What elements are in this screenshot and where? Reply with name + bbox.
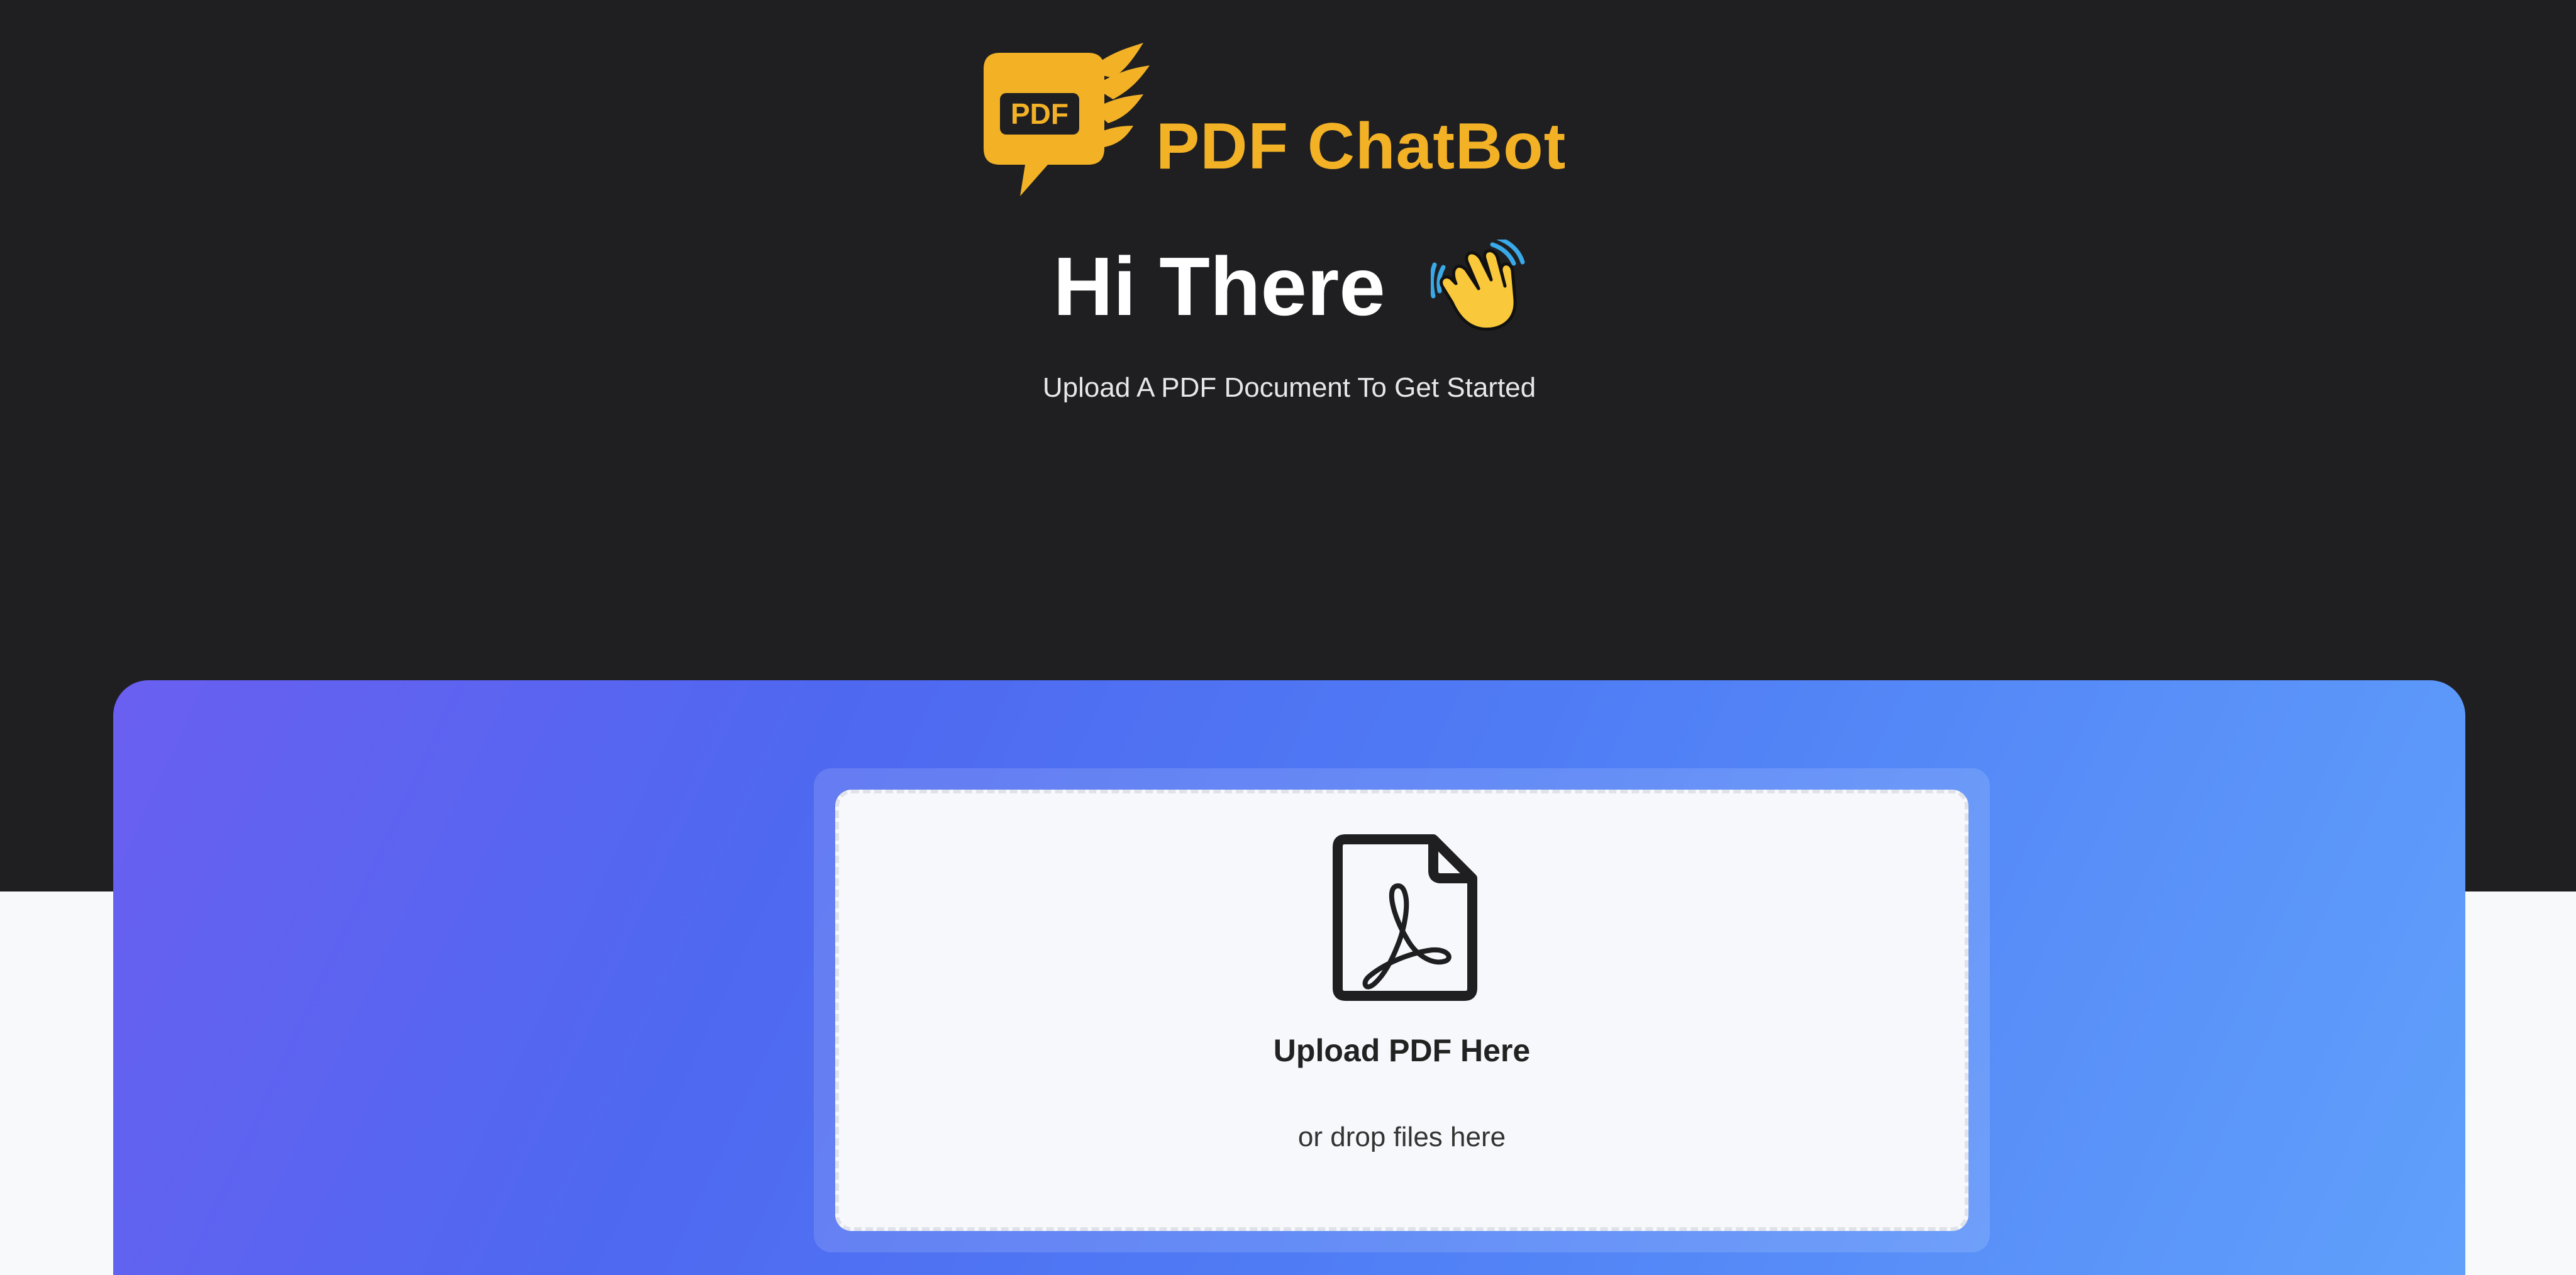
pdf-chatbot-logo-icon: PDF [984, 43, 1150, 196]
hero-subtitle: Upload A PDF Document To Get Started [1042, 372, 1536, 403]
pdf-dropzone[interactable]: Upload PDF Here or drop files here [835, 790, 1968, 1231]
pdf-file-icon [1333, 834, 1477, 1001]
waving-hand-icon [1431, 240, 1525, 331]
upload-card: Upload PDF Here or drop files here [113, 680, 2465, 1275]
upload-title: Upload PDF Here [1273, 1033, 1531, 1068]
logo-text: PDF [1011, 97, 1069, 130]
greeting-text: Hi There [1053, 240, 1385, 333]
greeting-heading: Hi There [1006, 239, 1572, 334]
brand-name: PDF ChatBot [1156, 110, 1567, 183]
dropzone-frame: Upload PDF Here or drop files here [814, 768, 1990, 1252]
brand: PDF PDF ChatBot [981, 41, 1597, 205]
drop-files-hint: or drop files here [1297, 1122, 1506, 1152]
